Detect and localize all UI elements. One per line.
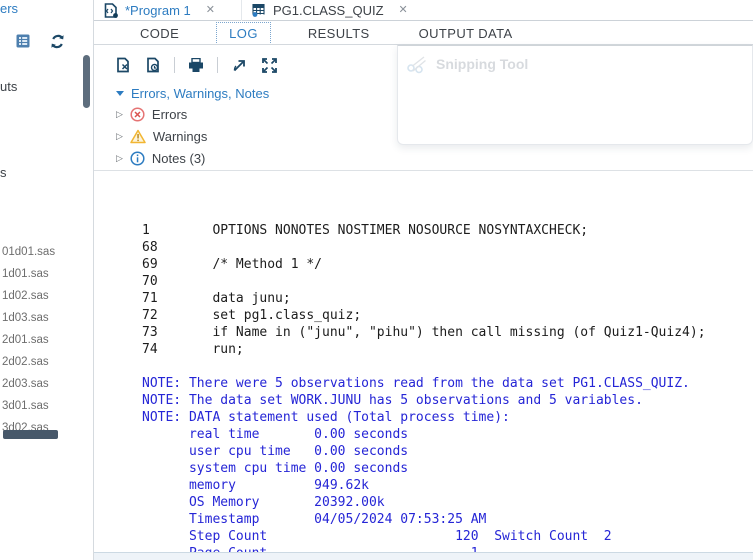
file-list-item[interactable]: 3d01.sas xyxy=(2,400,49,412)
main-content: *Program 1 ✕ PG1.CLASS_QUIZ ✕ CODE LOG R… xyxy=(94,0,753,560)
file-list-item[interactable]: 2d01.sas xyxy=(2,334,49,346)
log-line: Page Count 1 xyxy=(142,545,706,552)
save-log-icon[interactable] xyxy=(144,56,162,74)
open-new-window-icon[interactable] xyxy=(230,56,248,74)
log-line: 71 data junu; xyxy=(142,291,291,306)
toolbar-divider xyxy=(174,57,175,73)
panel-horizontal-scrollbar[interactable] xyxy=(3,430,58,439)
log-line: Timestamp 04/05/2024 07:53:25 AM xyxy=(142,512,487,527)
tab-code[interactable]: CODE xyxy=(128,23,191,44)
log-line: 1 OPTIONS NONOTES NOSTIMER NOSOURCE NOSY… xyxy=(142,223,589,238)
print-log-icon[interactable] xyxy=(187,56,205,74)
log-line: Step Count 120 Switch Count 2 xyxy=(142,529,612,544)
chevron-right-icon[interactable]: ▷ xyxy=(116,132,123,141)
program-file-icon xyxy=(104,2,118,18)
error-icon xyxy=(130,107,145,122)
maximize-icon[interactable] xyxy=(260,56,278,74)
panel-partial-link[interactable]: ers xyxy=(0,1,18,16)
tree-item-label: Warnings xyxy=(152,129,208,144)
refresh-icon[interactable] xyxy=(48,32,66,50)
log-line: memory 949.62k xyxy=(142,478,369,493)
log-line: 72 set pg1.class_quiz; xyxy=(142,308,362,323)
scissors-icon xyxy=(406,54,428,74)
left-navigation-panel: ers uts s 01d01.sas 1d01.sas 1d02.sas 1d… xyxy=(0,0,93,560)
log-line: user cpu time 0.00 seconds xyxy=(142,444,409,459)
tab-label: PG1.CLASS_QUIZ xyxy=(272,2,384,18)
log-toolbar xyxy=(114,52,278,78)
log-horizontal-scrollbar-track[interactable] xyxy=(94,552,753,560)
view-subtabs: CODE LOG RESULTS OUTPUT DATA xyxy=(94,21,753,45)
table-icon xyxy=(252,3,266,17)
chevron-down-icon xyxy=(116,91,124,96)
tree-item-errors[interactable]: ▷ Errors xyxy=(116,107,187,122)
file-list-item[interactable]: 2d02.sas xyxy=(2,356,49,368)
log-line: 74 run; xyxy=(142,342,244,357)
ewn-header-label: Errors, Warnings, Notes xyxy=(131,86,270,101)
log-line: NOTE: There were 5 observations read fro… xyxy=(142,376,690,391)
log-line: 68 xyxy=(142,240,158,255)
chevron-right-icon[interactable]: ▷ xyxy=(116,110,123,119)
log-line: NOTE: The data set WORK.JUNU has 5 obser… xyxy=(142,393,643,408)
tree-item-notes[interactable]: ▷ Notes (3) xyxy=(116,151,205,166)
log-text: 1 OPTIONS NONOTES NOSTIMER NOSOURCE NOSY… xyxy=(142,222,706,552)
panel-vertical-scrollbar[interactable] xyxy=(83,55,90,108)
tree-item-warnings[interactable]: ▷ Warnings xyxy=(116,129,207,144)
panel-partial-label: uts xyxy=(0,79,18,94)
tab-output-data[interactable]: OUTPUT DATA xyxy=(407,23,525,44)
log-line: system cpu time 0.00 seconds xyxy=(142,461,409,476)
list-view-icon[interactable] xyxy=(14,32,32,50)
file-list-item[interactable]: 2d03.sas xyxy=(2,378,49,390)
ghost-window-title: Snipping Tool xyxy=(436,56,529,72)
close-icon[interactable]: ✕ xyxy=(206,4,215,16)
snipping-tool-ghost-window: Snipping Tool xyxy=(397,45,753,145)
tree-item-label: Errors xyxy=(151,107,188,122)
errors-warnings-notes-header[interactable]: Errors, Warnings, Notes xyxy=(116,86,269,101)
file-list-item[interactable]: 1d02.sas xyxy=(2,290,49,302)
file-list-item[interactable]: 1d01.sas xyxy=(2,268,49,280)
file-list-item[interactable]: 01d01.sas xyxy=(2,246,55,258)
tab-log[interactable]: LOG xyxy=(216,21,271,45)
sas-studio-app: ers uts s 01d01.sas 1d01.sas 1d02.sas 1d… xyxy=(0,0,753,560)
chevron-right-icon[interactable]: ▷ xyxy=(116,154,123,163)
log-line: 73 if Name in ("junu", "pihu") then call… xyxy=(142,325,706,340)
log-line: 69 /* Method 1 */ xyxy=(142,257,323,272)
tab-label: *Program 1 xyxy=(125,2,191,18)
log-line: NOTE: DATA statement used (Total process… xyxy=(142,410,510,425)
tab-program-1[interactable]: *Program 1 ✕ xyxy=(94,0,227,21)
tree-item-label: Notes (3) xyxy=(151,151,206,166)
clear-log-icon[interactable] xyxy=(114,56,132,74)
editor-tabbar: *Program 1 ✕ PG1.CLASS_QUIZ ✕ xyxy=(94,0,753,21)
log-line: 70 xyxy=(142,274,158,289)
toolbar-divider xyxy=(217,57,218,73)
warning-icon xyxy=(130,129,146,144)
file-list-item[interactable]: 1d03.sas xyxy=(2,312,49,324)
info-icon xyxy=(130,151,145,166)
close-icon[interactable]: ✕ xyxy=(399,4,408,16)
tab-results[interactable]: RESULTS xyxy=(296,23,382,44)
log-output-area: 1 OPTIONS NONOTES NOSTIMER NOSOURCE NOSY… xyxy=(94,171,753,552)
log-line: real time 0.00 seconds xyxy=(142,427,409,442)
tab-pg1-class-quiz[interactable]: PG1.CLASS_QUIZ ✕ xyxy=(240,0,420,21)
log-line: OS Memory 20392.00k xyxy=(142,495,385,510)
panel-partial-label: s xyxy=(0,165,7,180)
